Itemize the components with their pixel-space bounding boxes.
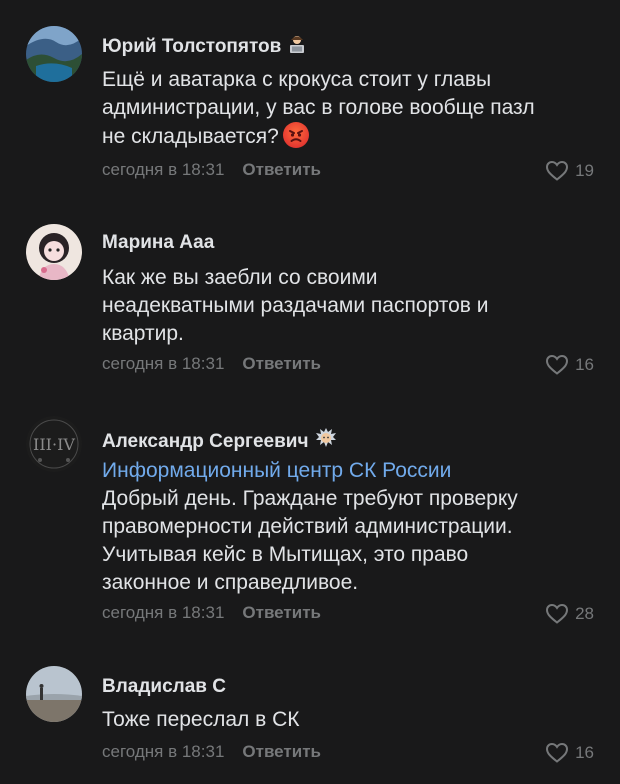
heart-icon bbox=[545, 160, 569, 181]
comment-line: администрации, у вас в голове вообще паз… bbox=[102, 96, 535, 119]
comment-time: сегодня в 18:31 bbox=[102, 603, 225, 622]
comment: Марина Ааа Как же вы заебли со своими не… bbox=[0, 200, 620, 400]
reply-button[interactable]: Ответить bbox=[242, 160, 321, 179]
comment: Юрий Толстопятов Ещё и аватарка с крокус… bbox=[0, 0, 620, 200]
comment-author[interactable]: Юрий Толстопятов bbox=[102, 34, 307, 60]
comment-line: Как же вы заебли со своими bbox=[102, 266, 378, 289]
svg-text:III·IV: III·IV bbox=[33, 435, 75, 454]
like-count: 19 bbox=[575, 160, 594, 180]
like-count: 16 bbox=[575, 742, 594, 762]
like-count: 16 bbox=[575, 354, 594, 374]
avatar[interactable]: III·IV bbox=[26, 416, 82, 472]
comment-time: сегодня в 18:31 bbox=[102, 354, 225, 373]
like-button[interactable]: 16 bbox=[545, 742, 594, 763]
comment-meta: сегодня в 18:31 Ответить bbox=[102, 603, 321, 623]
author-name[interactable]: Александр Сергеевич bbox=[102, 431, 309, 452]
comment-line: Учитывая кейс в Мытищах, это право bbox=[102, 543, 469, 566]
comment-time: сегодня в 18:31 bbox=[102, 742, 225, 761]
comment-line: не складывается? bbox=[102, 125, 279, 148]
laptop-person-icon bbox=[287, 34, 307, 60]
comment-line: Ещё и аватарка с крокуса стоит у главы bbox=[102, 68, 492, 91]
comment-text: Информационный центр СК России Добрый де… bbox=[102, 457, 602, 597]
angry-face-icon bbox=[282, 122, 309, 148]
author-name[interactable]: Владислав С bbox=[102, 676, 226, 698]
like-button[interactable]: 19 bbox=[545, 160, 594, 181]
reply-button[interactable]: Ответить bbox=[242, 742, 321, 761]
comment-meta: сегодня в 18:31 Ответить bbox=[102, 160, 321, 180]
avatar[interactable] bbox=[26, 666, 82, 722]
comment-meta: сегодня в 18:31 Ответить bbox=[102, 742, 321, 762]
dizzy-face-icon bbox=[315, 427, 337, 455]
comment-line: законное и справедливое. bbox=[102, 571, 359, 594]
author-name[interactable]: Марина Ааа bbox=[102, 232, 214, 254]
heart-icon bbox=[545, 354, 569, 375]
avatar[interactable] bbox=[26, 26, 82, 82]
like-button[interactable]: 16 bbox=[545, 354, 594, 375]
comment-time: сегодня в 18:31 bbox=[102, 160, 225, 179]
reply-button[interactable]: Ответить bbox=[242, 603, 321, 622]
comment-meta: сегодня в 18:31 Ответить bbox=[102, 354, 321, 374]
avatar[interactable] bbox=[26, 224, 82, 280]
comment-author[interactable]: Александр Сергеевич bbox=[102, 427, 337, 455]
like-button[interactable]: 28 bbox=[545, 603, 594, 624]
comment-line: Тоже переслал в СК bbox=[102, 708, 300, 731]
comment-line: квартир. bbox=[102, 322, 184, 345]
comment-text: Ещё и аватарка с крокуса стоит у главы а… bbox=[102, 66, 602, 151]
comment-text: Тоже переслал в СК bbox=[102, 706, 602, 734]
reply-button[interactable]: Ответить bbox=[242, 354, 321, 373]
heart-icon bbox=[545, 742, 569, 763]
heart-icon bbox=[545, 603, 569, 624]
comment-line: правомерности действий администрации. bbox=[102, 515, 513, 538]
mention-link[interactable]: Информационный центр СК России bbox=[102, 457, 602, 485]
comment: Владислав С Тоже переслал в СК сегодня в… bbox=[0, 650, 620, 784]
author-name[interactable]: Юрий Толстопятов bbox=[102, 36, 281, 57]
comment: III·IV Александр Сергеевич Информационны… bbox=[0, 400, 620, 650]
comment-line: неадекватными раздачами паспортов и bbox=[102, 294, 489, 317]
comment-text: Как же вы заебли со своими неадекватными… bbox=[102, 264, 602, 348]
comment-line: Добрый день. Граждане требуют проверку bbox=[102, 487, 518, 510]
like-count: 28 bbox=[575, 603, 594, 623]
